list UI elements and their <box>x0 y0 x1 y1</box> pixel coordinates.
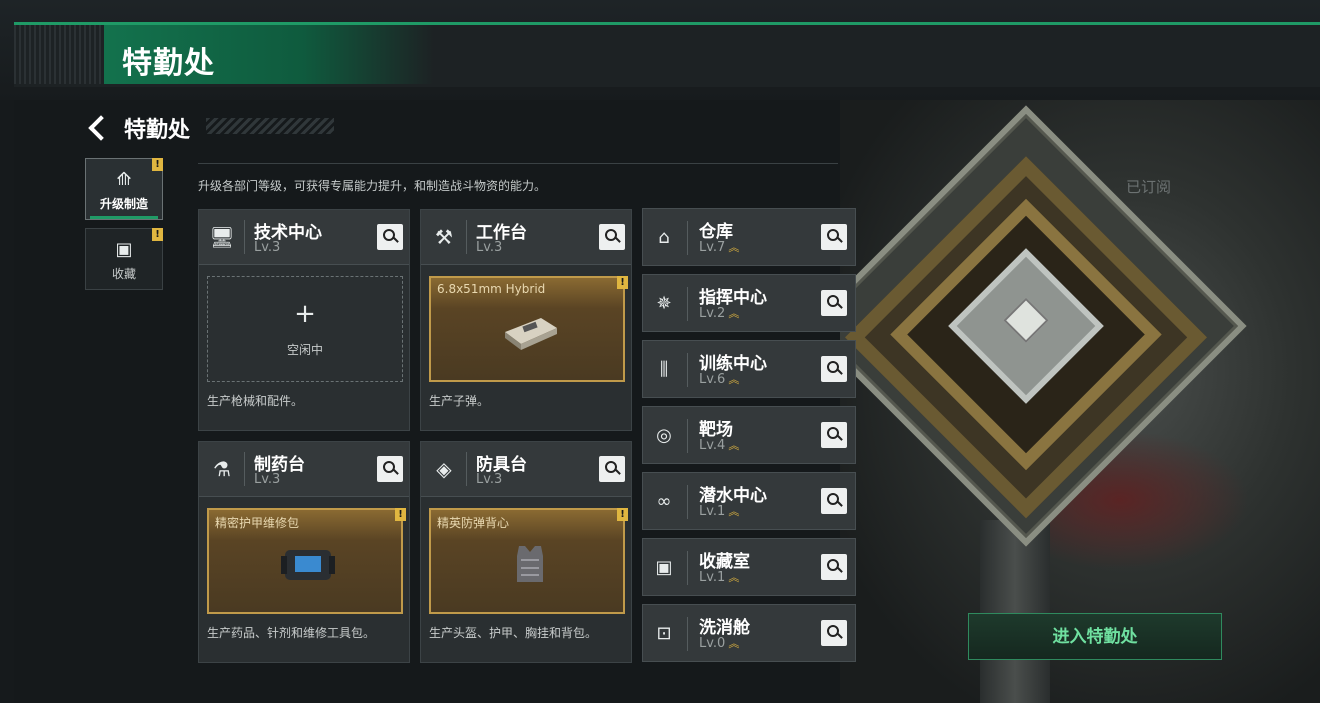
search-icon[interactable] <box>821 620 847 646</box>
card-header: ⚒ 工作台 Lv.3 <box>421 210 631 265</box>
upgrade-icon: ⟰ <box>116 169 132 190</box>
card-header: 🖥 技术中心 Lv.3 <box>199 210 409 265</box>
workstation-card-armor-bench[interactable]: ◈ 防具台 Lv.3 精英防弹背心 ! 生产头盔、护甲、胸挂和背包。 <box>420 441 632 663</box>
subscribed-label: 已订阅 <box>1126 178 1172 196</box>
back-button[interactable]: 特勤处 <box>86 112 190 144</box>
search-icon[interactable] <box>821 290 847 316</box>
facility-level: Lv.4 ︽ <box>699 438 739 453</box>
upgrade-chevron-icon: ︽ <box>728 241 739 254</box>
facility-level: Lv.0 ︽ <box>699 636 739 651</box>
facility-level: Lv.2 ︽ <box>699 306 739 321</box>
card-header: ◈ 防具台 Lv.3 <box>421 442 631 497</box>
target-icon: ◎ <box>656 425 672 446</box>
card-level: Lv.3 <box>476 472 503 487</box>
facility-level: Lv.7 ︽ <box>699 240 739 255</box>
search-icon[interactable] <box>377 456 403 482</box>
title-bar: 特勤处 <box>14 22 1320 87</box>
facility-shooting-range[interactable]: ◎ 靶场 Lv.4 ︽ <box>642 406 856 464</box>
alert-badge: ! <box>617 276 628 289</box>
warehouse-icon: ⌂ <box>658 227 670 248</box>
facility-level: Lv.6 ︽ <box>699 372 739 387</box>
item-name: 精密护甲维修包 <box>215 516 300 530</box>
upgrade-chevron-icon: ︽ <box>728 373 739 386</box>
back-title: 特勤处 <box>124 118 191 143</box>
facility-decontamination[interactable]: ⊡ 洗消舱 Lv.0 ︽ <box>642 604 856 662</box>
divider <box>198 163 838 164</box>
repair-kit-image <box>281 550 335 580</box>
workstation-card-pharmacy[interactable]: ⚗ 制药台 Lv.3 精密护甲维修包 ! 生产药品、针剂和维修工具包。 <box>198 441 410 663</box>
search-icon[interactable] <box>821 554 847 580</box>
tab-label: 升级制造 <box>99 197 148 211</box>
card-level: Lv.3 <box>254 472 281 487</box>
upgrade-chevron-icon: ︽ <box>728 505 739 518</box>
search-icon[interactable] <box>821 224 847 250</box>
card-header: ⚗ 制药台 Lv.3 <box>199 442 409 497</box>
search-icon[interactable] <box>821 356 847 382</box>
upgrade-chevron-icon: ︽ <box>728 637 739 650</box>
collection-icon: ▣ <box>115 239 133 260</box>
tab-collection[interactable]: ▣ 收藏 ! <box>85 228 163 290</box>
collection-room-icon: ▣ <box>655 557 673 578</box>
search-icon[interactable] <box>599 224 625 250</box>
production-slot-empty[interactable]: + 空闲中 <box>207 276 403 382</box>
search-icon[interactable] <box>599 456 625 482</box>
facility-diving-center[interactable]: ∞ 潜水中心 Lv.1 ︽ <box>642 472 856 530</box>
header-stripes <box>206 118 334 134</box>
slot-status: 空闲中 <box>286 343 323 357</box>
enter-special-ops-button[interactable]: 进入特勤处 <box>968 613 1222 660</box>
alert-badge: ! <box>395 508 406 521</box>
facility-collection-room[interactable]: ▣ 收藏室 Lv.1 ︽ <box>642 538 856 596</box>
upgrade-chevron-icon: ︽ <box>728 307 739 320</box>
armor-blocks-icon: ◈ <box>436 457 452 481</box>
search-icon[interactable] <box>821 488 847 514</box>
search-icon[interactable] <box>821 422 847 448</box>
page-title: 特勤处 <box>122 46 215 81</box>
title-stripes <box>14 25 104 84</box>
item-name: 6.8x51mm Hybrid <box>437 282 546 296</box>
dumbbell-icon: ⫼ <box>659 359 669 380</box>
card-footer: 生产子弹。 <box>429 394 490 408</box>
facility-level: Lv.1 ︽ <box>699 504 739 519</box>
workstation-card-tech-center[interactable]: 🖥 技术中心 Lv.3 + 空闲中 生产枪械和配件。 <box>198 209 410 431</box>
item-name: 精英防弹背心 <box>437 516 510 530</box>
support-pillar <box>980 520 1050 703</box>
body-armor-image <box>517 546 543 582</box>
ammo-box-image <box>505 318 557 350</box>
upgrade-chevron-icon: ︽ <box>728 571 739 584</box>
decon-icon: ⊡ <box>656 623 672 644</box>
production-slot-item[interactable]: 6.8x51mm Hybrid ! <box>429 276 628 382</box>
diving-mask-icon: ∞ <box>656 491 672 512</box>
add-icon: + <box>294 299 316 329</box>
card-footer: 生产头盔、护甲、胸挂和背包。 <box>429 626 598 640</box>
facility-training-center[interactable]: ⫼ 训练中心 Lv.6 ︽ <box>642 340 856 398</box>
card-level: Lv.3 <box>254 240 281 255</box>
card-level: Lv.3 <box>476 240 503 255</box>
upgrade-chevron-icon: ︽ <box>728 439 739 452</box>
alert-badge: ! <box>152 228 163 241</box>
microscope-icon: ⚗ <box>213 457 231 481</box>
card-footer: 生产药品、针剂和维修工具包。 <box>207 626 376 640</box>
facility-warehouse[interactable]: ⌂ 仓库 Lv.7 ︽ <box>642 208 856 266</box>
production-slot-item[interactable]: 精密护甲维修包 ! <box>207 508 406 614</box>
back-arrow-icon <box>88 115 114 141</box>
alert-badge: ! <box>617 508 628 521</box>
monitor-icon: 🖥 <box>209 225 235 249</box>
facility-command-center[interactable]: ✵ 指挥中心 Lv.2 ︽ <box>642 274 856 332</box>
tab-upgrade-craft[interactable]: ⟰ 升级制造 ! <box>85 158 163 220</box>
tab-label: 收藏 <box>111 267 136 281</box>
tools-icon: ⚒ <box>435 225 453 249</box>
production-slot-item[interactable]: 精英防弹背心 ! <box>429 508 628 614</box>
search-icon[interactable] <box>377 224 403 250</box>
card-footer: 生产枪械和配件。 <box>207 394 304 408</box>
alert-badge: ! <box>152 158 163 171</box>
command-icon: ✵ <box>656 293 672 314</box>
workstation-card-workbench[interactable]: ⚒ 工作台 Lv.3 6.8x51mm Hybrid ! 生产子弹。 <box>420 209 632 431</box>
facility-level: Lv.1 ︽ <box>699 570 739 585</box>
active-tab-indicator <box>90 216 158 219</box>
description-text: 升级各部门等级，可获得专属能力提升，和制造战斗物资的能力。 <box>198 179 547 193</box>
